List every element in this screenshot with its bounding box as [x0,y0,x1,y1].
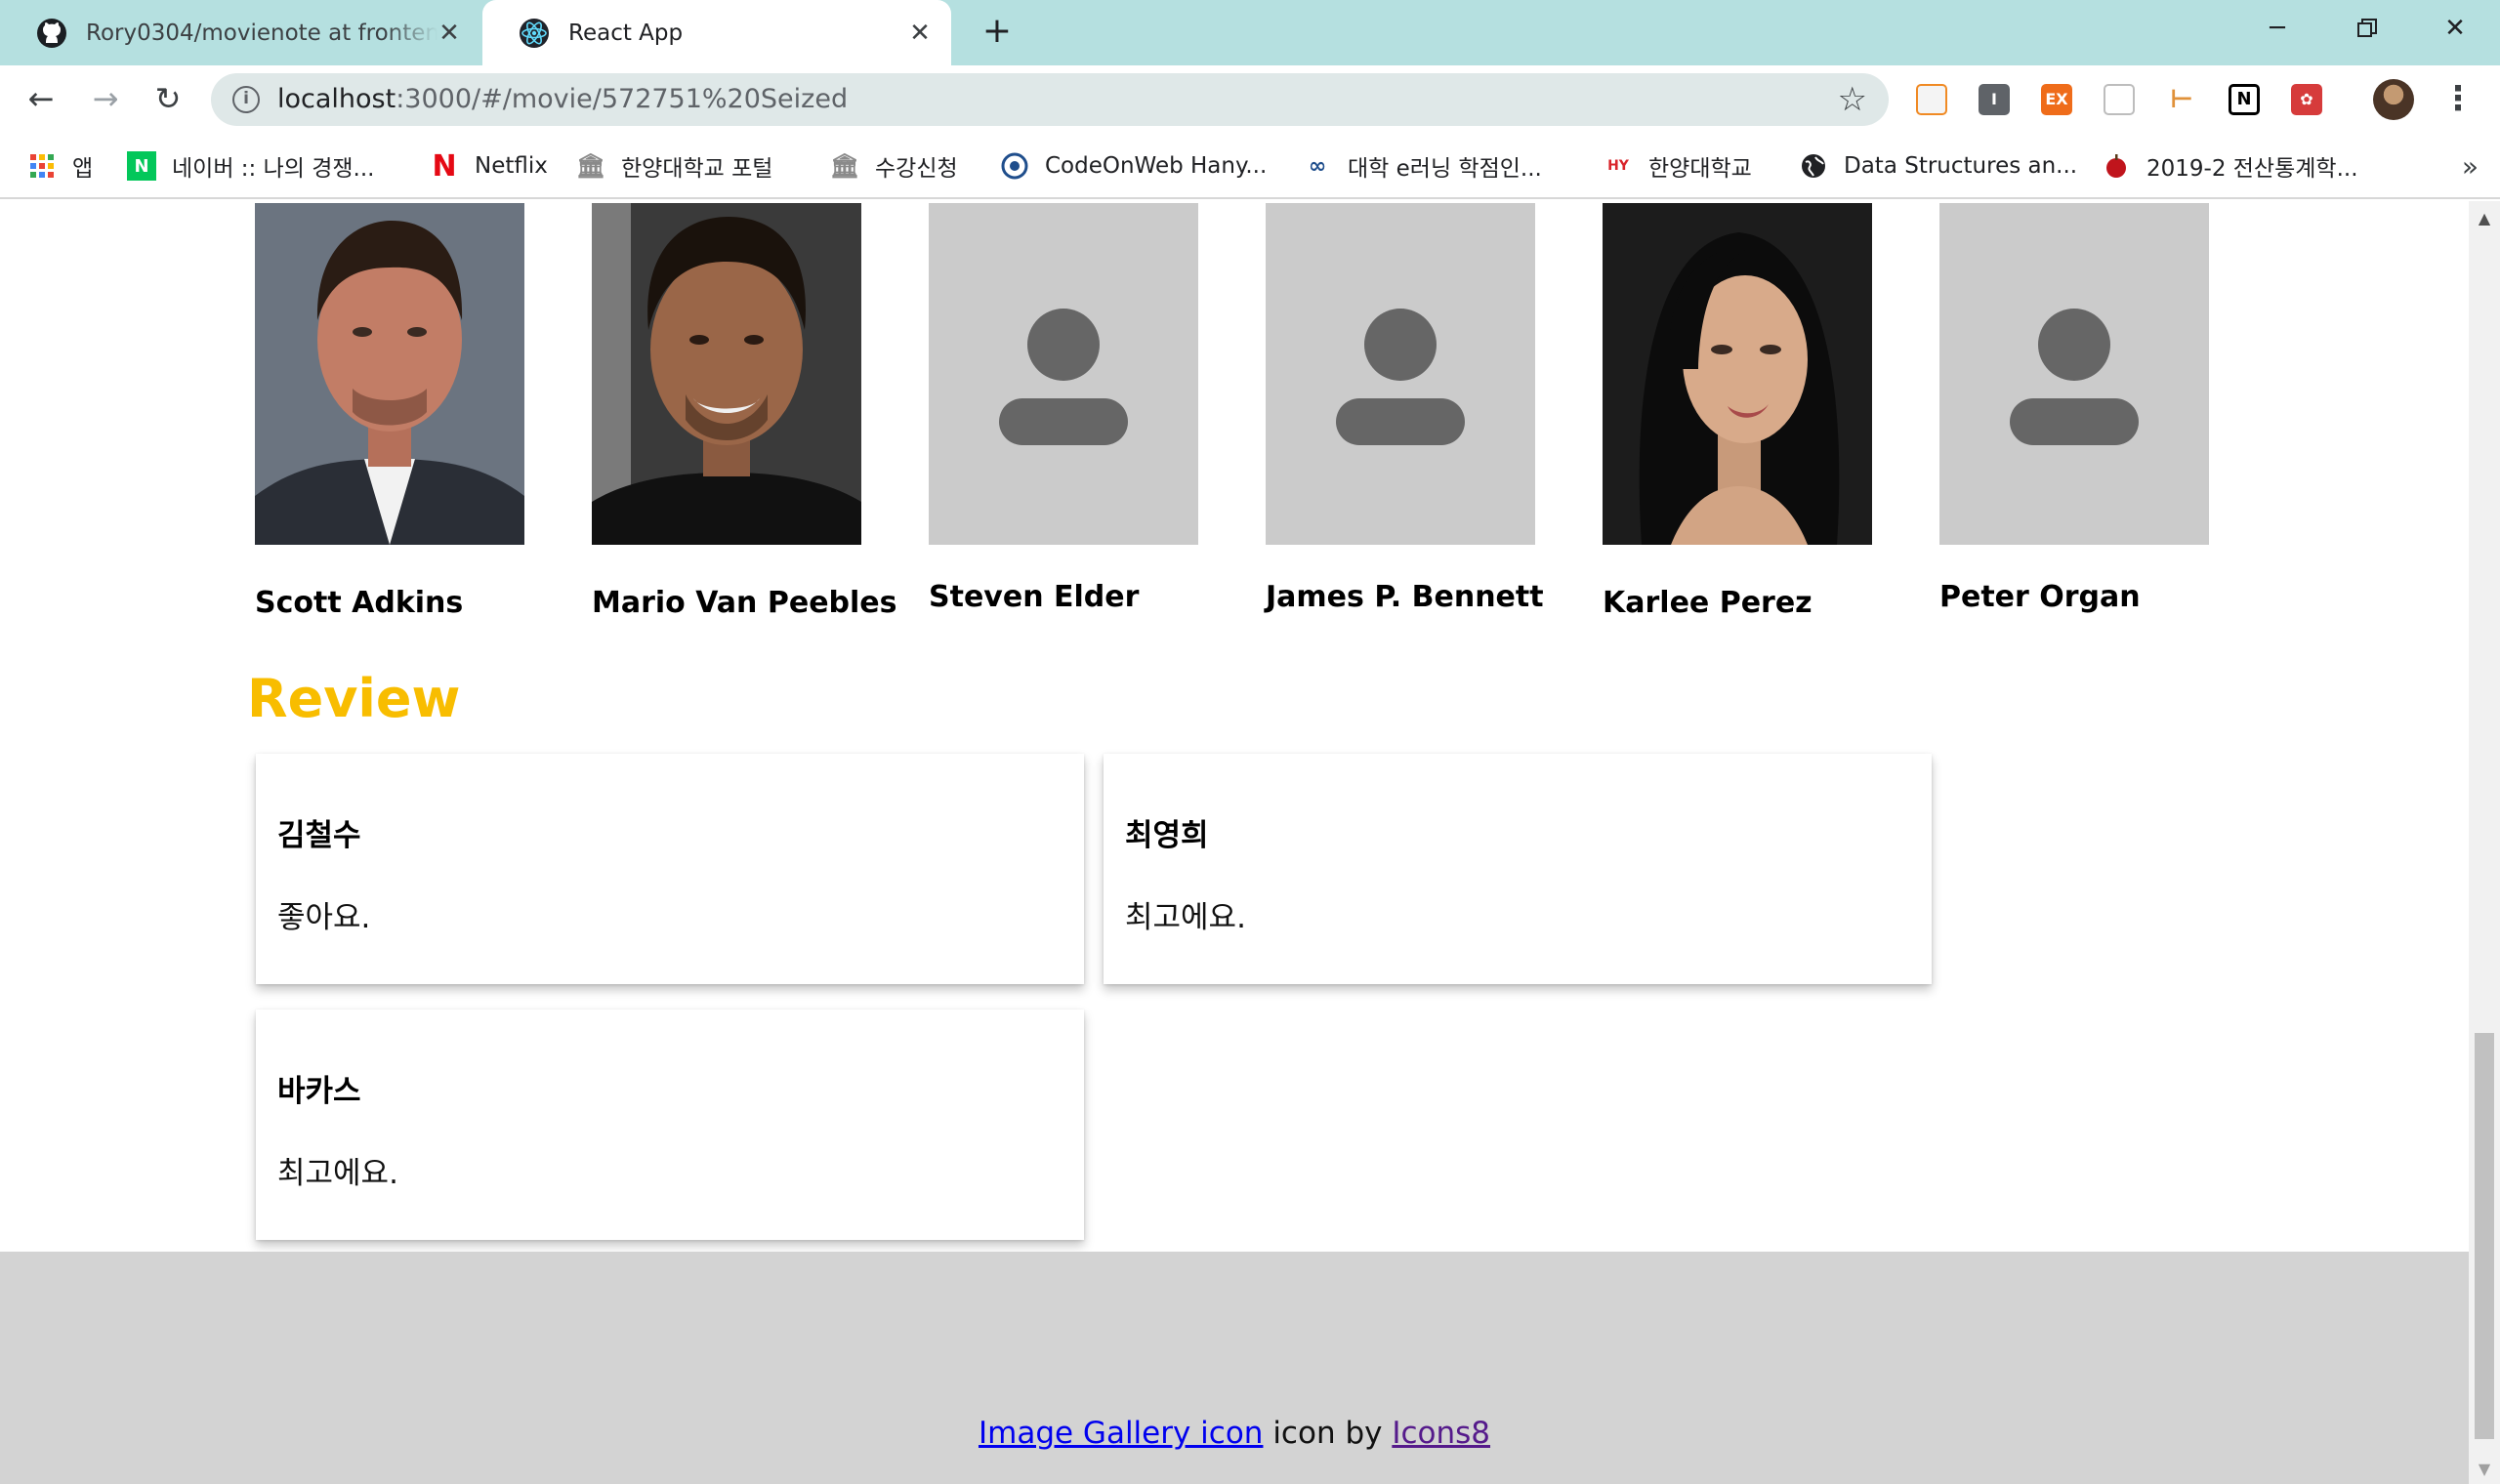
bookmark-netflix[interactable]: N Netflix [430,146,548,186]
cast-photo [255,203,524,545]
scroll-down-icon[interactable]: ▼ [2469,1460,2500,1478]
restore-icon[interactable] [2322,0,2412,57]
github-icon [35,17,68,50]
cast-photo-placeholder [1939,203,2209,545]
notion-icon[interactable]: N [2229,84,2260,115]
back-icon[interactable]: ← [20,77,62,120]
review-text: 최고에요. [277,1156,398,1191]
credit-text: icon by [1263,1416,1393,1451]
reload-icon[interactable]: ↻ [146,77,189,120]
apple-icon [2102,151,2131,181]
review-card: 최영희 최고에요. [1104,754,1932,984]
person-placeholder-icon [929,203,1198,545]
cast-name: Steven Elder [929,580,1140,614]
cast-name: James P. Bennett [1266,580,1544,614]
new-tab-icon[interactable]: + [977,12,1018,53]
review-card: 김철수 좋아요. [256,754,1084,984]
icon-credit: Image Gallery icon icon by Icons8 [0,1416,2469,1451]
extension-i-icon[interactable]: I [1979,84,2010,115]
building-icon: 🏛 [829,152,860,180]
bookmark-data-structures[interactable]: Data Structures an... [1799,146,2077,186]
url-host: localhost [277,84,396,114]
review-text: 최고에요. [1125,900,1246,935]
bookmark-hanyang[interactable]: HY 한양대학교 [1604,146,1752,186]
close-tab-icon[interactable]: ✕ [906,20,934,47]
site-info-icon[interactable]: i [232,86,260,113]
hanyang-icon: HY [1607,158,1629,174]
naver-icon: N [127,151,156,181]
review-card: 바카스 최고에요. [256,1010,1084,1240]
chrome-menu-icon[interactable]: ⋮ [2441,77,2475,120]
building-icon: 🏛 [575,152,606,180]
bookmark-label: 수강신청 [875,156,958,182]
url-text: localhost:3000/#/movie/572751%20Seized [277,85,848,114]
tab-title: Rory0304/movienote at frontend [86,20,438,46]
cast-photo [592,203,861,545]
review-author: 최영희 [1125,818,1209,853]
person-placeholder-icon [1266,203,1535,545]
bookmark-label: 한양대학교 포털 [621,156,773,182]
bookmark-label: Netflix [475,153,548,179]
bookmark-label: 앱 [72,156,94,182]
page-scrollbar[interactable]: ▲ ▼ [2469,201,2500,1484]
extension-red-icon[interactable]: ✿ [2291,84,2322,115]
globe-icon [1799,151,1828,181]
review-author: 김철수 [277,818,361,853]
bookmark-naver[interactable]: N 네이버 :: 나의 경쟁... [127,146,374,186]
cast-name: Scott Adkins [255,586,464,620]
review-heading: Review [247,668,461,729]
forward-icon[interactable]: → [84,77,127,120]
extension-screen-icon[interactable] [2104,84,2135,115]
react-icon [518,17,551,50]
bookmark-codeonweb[interactable]: CodeOnWeb Hany... [1000,146,1267,186]
bookmark-label: CodeOnWeb Hany... [1045,153,1268,179]
browser-tab-strip: Rory0304/movienote at frontend ✕ React A… [0,0,2500,65]
bookmark-label: 2019-2 전산통계학... [2146,156,2358,182]
cast-photo [1603,203,1872,545]
bookmark-hanyang-portal[interactable]: 🏛 한양대학교 포털 [575,146,773,186]
tab-react-app[interactable]: React App ✕ [482,0,951,65]
elearning-icon: ∞ [1308,153,1327,179]
bookmark-star-icon[interactable]: ☆ [1838,81,1867,118]
bookmark-statistics[interactable]: 2019-2 전산통계학... [2102,146,2358,186]
image-gallery-icon-link[interactable]: Image Gallery icon [979,1416,1263,1451]
scroll-up-icon[interactable]: ▲ [2469,209,2500,227]
review-author: 바카스 [277,1074,361,1109]
bookmarks-bar: 앱 N 네이버 :: 나의 경쟁... N Netflix 🏛 한양대학교 포털… [0,133,2500,199]
browser-toolbar: ← → ↻ i localhost:3000/#/movie/572751%20… [0,65,2500,133]
codeonweb-icon [1000,151,1029,181]
person-placeholder-icon [1939,203,2209,545]
bookmark-elearning[interactable]: ∞ 대학 e러닝 학점인... [1303,146,1542,186]
bookmark-label: 네이버 :: 나의 경쟁... [172,156,375,182]
profile-avatar[interactable] [2373,79,2414,120]
cast-name: Peter Organ [1939,580,2141,614]
extension-ruler-icon[interactable]: ⊢ [2166,84,2197,115]
extension-layout-icon[interactable] [1916,84,1947,115]
review-text: 좋아요. [277,900,371,935]
tab-github[interactable]: Rory0304/movienote at frontend ✕ [0,0,480,65]
apps-grid-icon [27,151,57,181]
bookmark-apps[interactable]: 앱 [27,146,93,186]
tab-title: React App [568,20,684,46]
bookmarks-overflow-icon[interactable]: » [2462,150,2479,183]
bookmark-label: Data Structures an... [1844,153,2078,179]
bookmark-course-registration[interactable]: 🏛 수강신청 [830,146,958,186]
cast-photo-placeholder [1266,203,1535,545]
close-window-icon[interactable]: ✕ [2410,0,2500,57]
scrollbar-thumb[interactable] [2475,1033,2494,1439]
extension-ex-icon[interactable]: EX [2041,84,2072,115]
cast-name: Karlee Perez [1603,586,1812,620]
bookmark-label: 대학 e러닝 학점인... [1348,156,1542,182]
close-tab-icon[interactable]: ✕ [436,20,463,47]
page-viewport: Scott Adkins Mario Van Peebles Steven El… [0,201,2469,1484]
url-path: :3000/#/movie/572751%20Seized [396,84,849,114]
bookmark-label: 한양대학교 [1648,156,1752,182]
cast-name: Mario Van Peebles [592,586,897,620]
cast-photo-placeholder [929,203,1198,545]
page-footer: Image Gallery icon icon by Icons8 [0,1252,2469,1484]
netflix-icon: N [432,148,457,184]
icons8-link[interactable]: Icons8 [1392,1416,1490,1451]
minimize-icon[interactable]: ─ [2232,0,2322,57]
address-bar[interactable]: i localhost:3000/#/movie/572751%20Seized… [211,73,1889,126]
